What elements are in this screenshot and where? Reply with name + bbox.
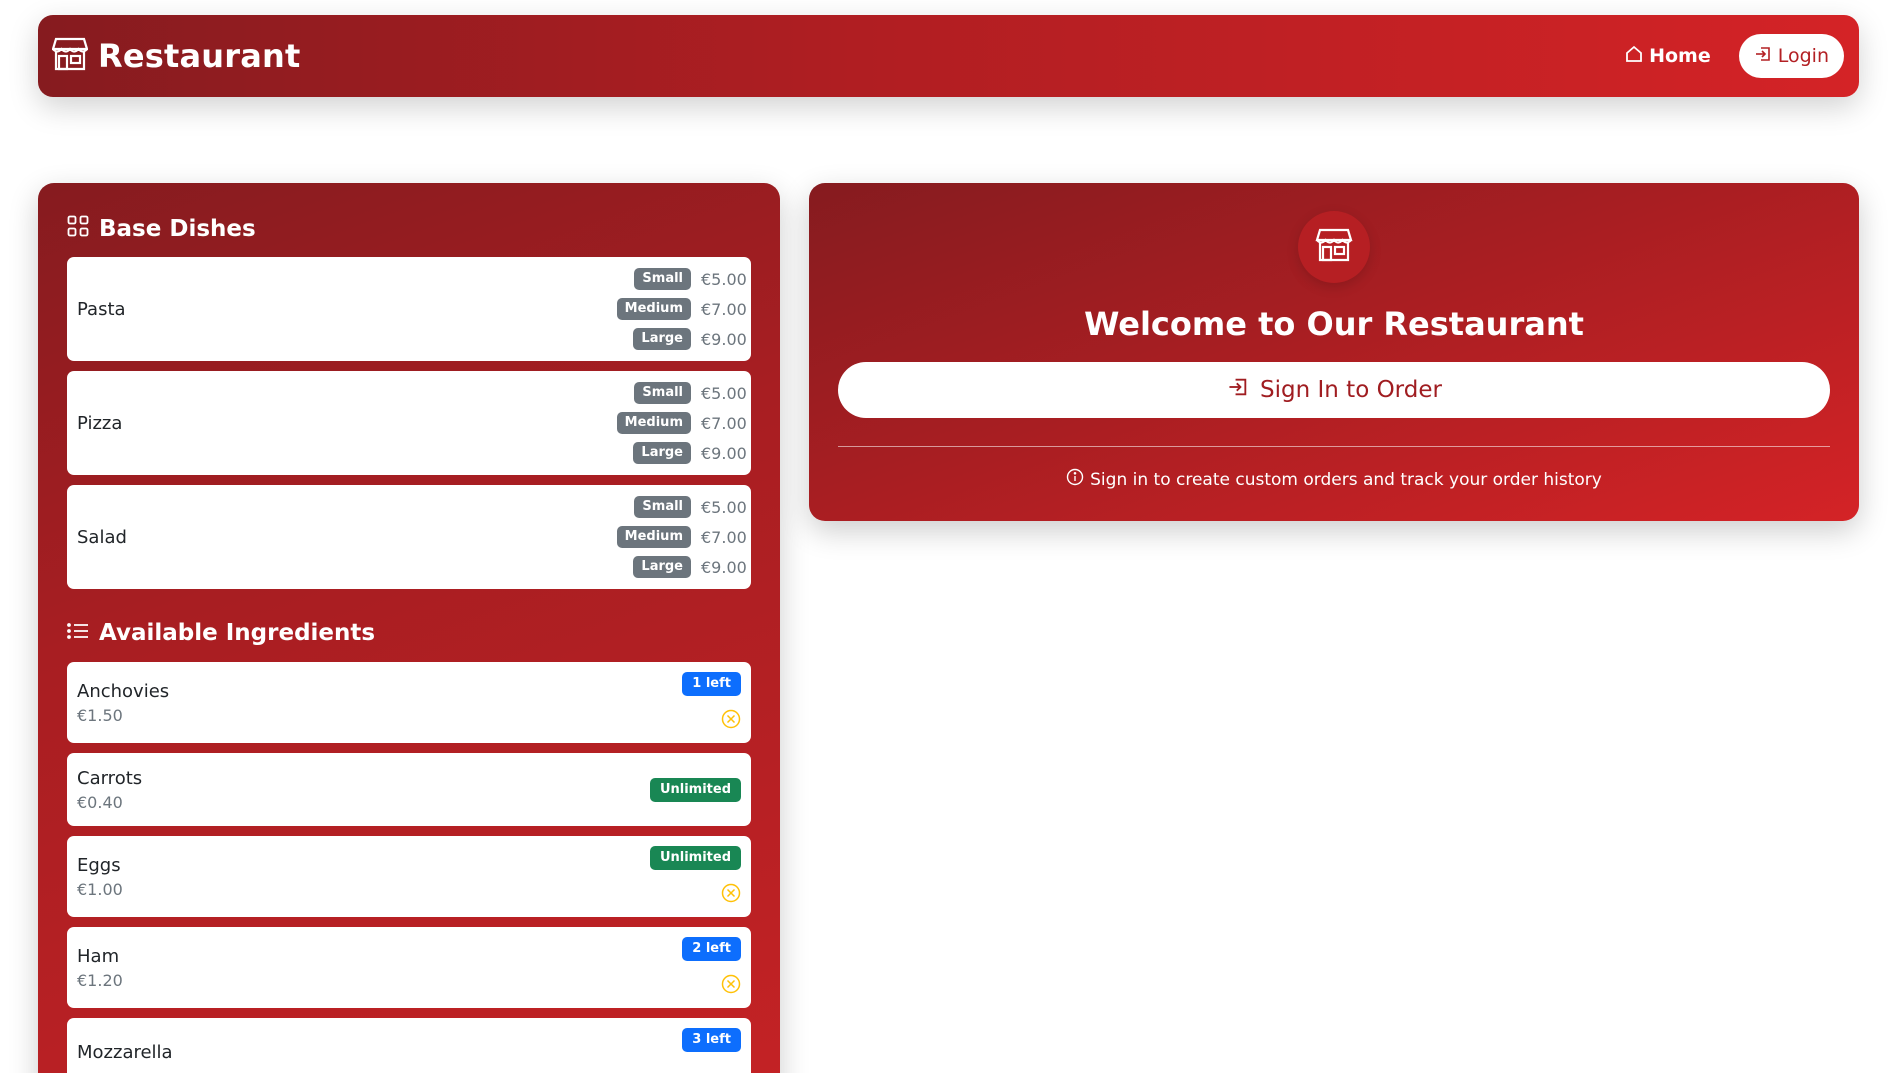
size-price: €5.00 <box>701 497 747 517</box>
size-price: €9.00 <box>701 329 747 349</box>
dish-name: Pizza <box>77 412 123 434</box>
home-link-label: Home <box>1649 45 1711 67</box>
warning-x-icon[interactable] <box>721 709 741 733</box>
size-badge: Small <box>634 496 691 518</box>
size-row: Large €9.00 <box>617 327 747 351</box>
dish-card[interactable]: Pasta Small €5.00 Medium €7.00 Large €9.… <box>67 257 751 361</box>
size-badge: Small <box>634 382 691 404</box>
size-list: Small €5.00 Medium €7.00 Large €9.00 <box>616 267 747 351</box>
size-price: €9.00 <box>701 443 747 463</box>
stock-badge: Unlimited <box>649 777 741 802</box>
ingredient-card[interactable]: Mozzarella 3 left <box>67 1018 751 1073</box>
size-badge: Large <box>633 328 691 350</box>
ingredient-card[interactable]: Anchovies €1.50 1 left <box>67 662 751 743</box>
ingredient-info: Eggs €1.00 <box>77 846 123 907</box>
home-link[interactable]: Home <box>1625 45 1711 68</box>
ingredient-name: Anchovies <box>77 680 170 702</box>
ingredient-card[interactable]: Carrots €0.40 Unlimited <box>67 753 751 826</box>
welcome-panel: Welcome to Our Restaurant Sign In to Ord… <box>809 183 1859 521</box>
size-price: €5.00 <box>701 269 747 289</box>
ingredients-heading: Available Ingredients <box>67 617 751 649</box>
size-badge: Medium <box>616 298 691 320</box>
ingredient-status: Unlimited <box>649 777 741 802</box>
welcome-badge <box>1298 211 1370 283</box>
size-row: Large €9.00 <box>617 441 747 465</box>
ingredient-card[interactable]: Eggs €1.00 Unlimited <box>67 836 751 917</box>
size-badge: Large <box>633 442 691 464</box>
size-badge: Medium <box>616 412 691 434</box>
size-list: Small €5.00 Medium €7.00 Large €9.00 <box>616 495 747 579</box>
ingredient-info: Ham €1.20 <box>77 937 123 998</box>
welcome-title: Welcome to Our Restaurant <box>1084 305 1584 343</box>
size-badge: Small <box>634 268 691 290</box>
base-dishes-heading: Base Dishes <box>67 213 751 245</box>
size-row: Small €5.00 <box>617 267 747 291</box>
warning-x-icon[interactable] <box>721 883 741 907</box>
ingredient-name: Mozzarella <box>77 1042 173 1063</box>
sign-in-to-order-button[interactable]: Sign In to Order <box>838 362 1830 418</box>
navbar: Restaurant Home Login <box>38 15 1859 97</box>
size-row: Small €5.00 <box>617 381 747 405</box>
size-price: €7.00 <box>701 299 747 319</box>
dish-card[interactable]: Salad Small €5.00 Medium €7.00 Large €9.… <box>67 485 751 589</box>
stock-badge: 3 left <box>682 1028 741 1052</box>
ingredient-price: €0.40 <box>77 792 123 812</box>
login-button[interactable]: Login <box>1738 34 1844 78</box>
dish-list: Pasta Small €5.00 Medium €7.00 Large €9.… <box>67 257 751 589</box>
login-button-label: Login <box>1777 45 1829 67</box>
brand[interactable]: Restaurant <box>51 37 301 75</box>
dish-name: Pasta <box>77 298 126 320</box>
warning-x-icon[interactable] <box>721 974 741 998</box>
ingredient-info: Carrots €0.40 <box>77 768 142 812</box>
size-row: Large €9.00 <box>617 555 747 579</box>
ingredients-title: Available Ingredients <box>99 620 376 646</box>
size-price: €9.00 <box>701 557 747 577</box>
ingredient-status: 1 left <box>682 672 741 733</box>
size-badge: Large <box>633 556 691 578</box>
brand-title: Restaurant <box>98 37 301 75</box>
ingredient-info: Mozzarella <box>77 1028 173 1073</box>
ingredient-name: Carrots <box>77 767 143 789</box>
ingredient-list: Anchovies €1.50 1 left Carrots €0.40 Unl… <box>67 662 751 1073</box>
size-row: Medium €7.00 <box>616 297 747 321</box>
sign-in-hint-text: Sign in to create custom orders and trac… <box>1090 469 1602 490</box>
dish-card[interactable]: Pizza Small €5.00 Medium €7.00 Large €9.… <box>67 371 751 475</box>
shop-icon <box>51 37 89 75</box>
divider <box>838 446 1830 447</box>
stock-badge: 1 left <box>682 672 741 696</box>
nav-links: Home Login <box>1625 34 1844 78</box>
ingredient-name: Ham <box>77 945 120 967</box>
grid-icon <box>67 215 89 243</box>
ingredient-status: 2 left <box>682 937 741 998</box>
size-price: €7.00 <box>701 527 747 547</box>
ingredient-status: 3 left <box>682 1028 741 1073</box>
sign-in-icon <box>1226 376 1250 404</box>
stock-badge: 2 left <box>682 937 741 961</box>
ingredient-status: Unlimited <box>649 846 741 907</box>
info-icon <box>1066 468 1084 491</box>
size-price: €7.00 <box>701 413 747 433</box>
house-icon <box>1625 45 1643 68</box>
ingredient-price: €1.00 <box>77 879 123 899</box>
list-icon <box>67 620 89 646</box>
menu-panel: Base Dishes Pasta Small €5.00 Medium €7.… <box>38 183 780 1073</box>
shop-icon <box>1315 228 1353 266</box>
size-row: Medium €7.00 <box>616 525 747 549</box>
size-badge: Medium <box>616 526 691 548</box>
ingredient-price: €1.50 <box>77 705 123 725</box>
ingredient-name: Eggs <box>77 854 121 876</box>
sign-in-to-order-label: Sign In to Order <box>1260 377 1442 403</box>
ingredient-info: Anchovies €1.50 <box>77 672 169 733</box>
sign-in-hint: Sign in to create custom orders and trac… <box>809 468 1859 491</box>
size-row: Medium €7.00 <box>616 411 747 435</box>
size-row: Small €5.00 <box>617 495 747 519</box>
size-price: €5.00 <box>701 383 747 403</box>
ingredient-price: €1.20 <box>77 970 123 990</box>
size-list: Small €5.00 Medium €7.00 Large €9.00 <box>616 381 747 465</box>
base-dishes-title: Base Dishes <box>99 216 256 242</box>
ingredient-card[interactable]: Ham €1.20 2 left <box>67 927 751 1008</box>
sign-in-icon <box>1754 45 1772 68</box>
dish-name: Salad <box>77 526 127 548</box>
stock-badge: Unlimited <box>649 846 741 870</box>
